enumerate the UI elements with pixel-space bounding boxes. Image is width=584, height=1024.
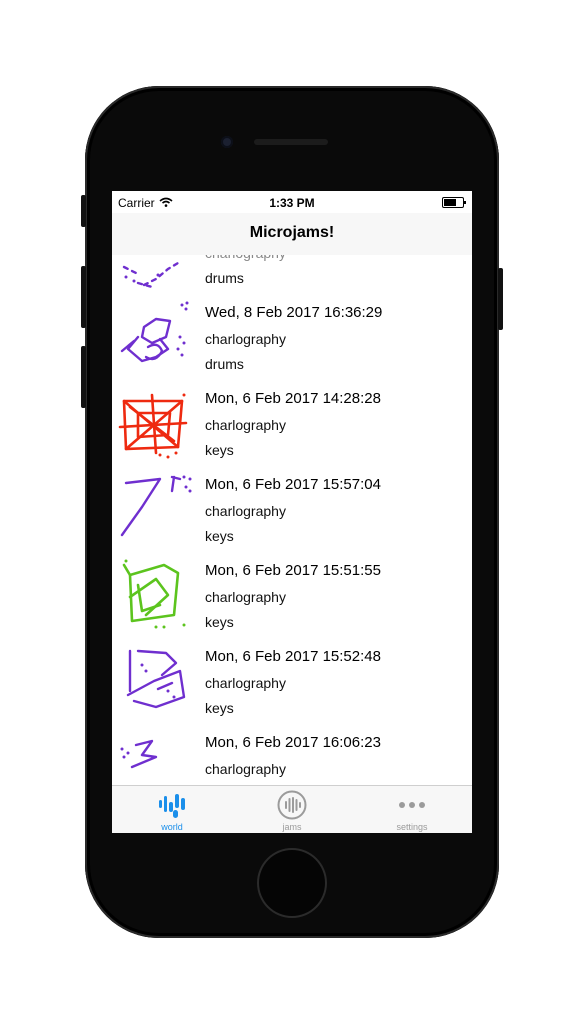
list-item[interactable]: Mon, 6 Feb 2017 15:51:55 charlography ke… <box>112 553 472 640</box>
jams-circle-icon <box>277 790 307 820</box>
jam-date: Mon, 6 Feb 2017 15:52:48 <box>205 648 381 665</box>
list-item[interactable]: Mon, 6 Feb 2017 14:28:28 charlography ke… <box>112 381 472 468</box>
clock: 1:33 PM <box>269 196 315 210</box>
tab-world[interactable]: world <box>112 786 232 833</box>
jam-author: charlography <box>205 503 286 519</box>
jam-drawing-thumbnail <box>120 301 189 363</box>
navigation-bar: Microjams! <box>112 213 472 256</box>
more-dots-icon <box>399 802 425 808</box>
jam-drawing-thumbnail <box>126 649 186 709</box>
app-screen: Carrier 1:33 PM Microjams! charlography … <box>112 191 472 833</box>
jam-drawing-thumbnail <box>120 475 192 537</box>
jam-instrument: drums <box>205 270 244 286</box>
jam-author: charlography <box>205 255 286 261</box>
page-title: Microjams! <box>249 224 335 241</box>
jam-date: Mon, 6 Feb 2017 16:06:23 <box>205 734 381 751</box>
jam-author: charlography <box>205 331 286 347</box>
tab-bar: world jams settings <box>112 785 472 833</box>
jam-drawing-thumbnail <box>118 393 188 459</box>
jam-instrument: drums <box>205 356 244 372</box>
tab-label: world <box>161 822 183 832</box>
list-item[interactable]: Mon, 6 Feb 2017 15:57:04 charlography ke… <box>112 467 472 554</box>
jam-instrument: keys <box>205 442 234 458</box>
tab-settings[interactable]: settings <box>352 786 472 833</box>
jam-author: charlography <box>205 417 286 433</box>
tab-jams[interactable]: jams <box>232 786 352 833</box>
jam-list[interactable]: charlography drums Wed, 8 Feb 2017 16:36… <box>112 255 472 785</box>
jam-instrument: keys <box>205 528 234 544</box>
list-item[interactable]: Mon, 6 Feb 2017 16:06:23 charlography <box>112 725 472 785</box>
jam-author: charlography <box>205 675 286 691</box>
jam-instrument: keys <box>205 614 234 630</box>
list-item[interactable]: charlography drums <box>112 255 472 296</box>
volume-down-button <box>81 346 86 408</box>
jam-author: charlography <box>205 589 286 605</box>
jam-date: Mon, 6 Feb 2017 14:28:28 <box>205 390 381 407</box>
jam-date: Wed, 8 Feb 2017 16:36:29 <box>205 304 383 321</box>
jam-drawing-thumbnail <box>122 559 186 629</box>
jam-author: charlography <box>205 761 286 777</box>
earpiece-speaker <box>254 139 328 145</box>
world-waveform-icon <box>159 794 185 818</box>
power-button <box>498 268 503 330</box>
jam-drawing-thumbnail <box>122 261 180 289</box>
battery-icon <box>442 197 466 208</box>
jam-date: Mon, 6 Feb 2017 15:51:55 <box>205 562 381 579</box>
jam-instrument: keys <box>205 700 234 716</box>
volume-up-button <box>81 266 86 328</box>
front-camera <box>221 136 233 148</box>
tab-label: jams <box>282 822 302 832</box>
jam-drawing-thumbnail <box>120 739 158 769</box>
mute-switch <box>81 195 86 227</box>
list-item[interactable]: Mon, 6 Feb 2017 15:52:48 charlography ke… <box>112 639 472 726</box>
home-button[interactable] <box>259 850 325 916</box>
jam-date: Mon, 6 Feb 2017 15:57:04 <box>205 476 381 493</box>
list-item[interactable]: Wed, 8 Feb 2017 16:36:29 charlography dr… <box>112 295 472 382</box>
tab-label: settings <box>396 822 428 832</box>
status-bar: Carrier 1:33 PM <box>112 191 472 213</box>
